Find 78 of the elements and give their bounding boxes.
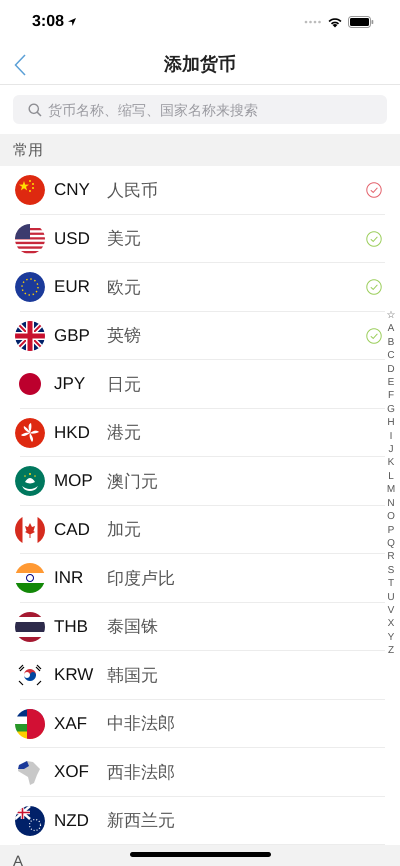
currency-row[interactable]: JPY 日元 — [0, 360, 386, 408]
currency-row[interactable]: CNY 人民币 — [0, 166, 386, 214]
index-letter[interactable]: Y — [388, 630, 394, 644]
currency-code: JPY — [54, 374, 86, 394]
currency-row[interactable]: USD 美元 — [0, 214, 386, 263]
wifi-icon — [327, 16, 343, 28]
back-button[interactable] — [14, 53, 28, 77]
currency-name: 中非法郎 — [107, 713, 176, 736]
index-letter[interactable]: I — [390, 430, 392, 444]
currency-code: HKD — [54, 422, 91, 443]
currency-row[interactable]: XAF 中非法郎 — [0, 700, 386, 748]
currency-row[interactable]: HKD 港元 — [0, 408, 386, 457]
currency-row[interactable]: INR 印度卢比 — [0, 554, 386, 602]
currency-code: CAD — [54, 520, 91, 540]
currency-row[interactable]: XOF 西非法郎 — [0, 748, 386, 796]
index-letter[interactable]: J — [388, 443, 394, 456]
currency-name: 日元 — [107, 374, 142, 396]
index-letter[interactable]: U — [387, 590, 395, 604]
currency-code: NZD — [54, 810, 90, 831]
search-field[interactable]: 货币名称、缩写、国家名称来搜索 — [13, 95, 387, 124]
currency-name: 加元 — [107, 519, 142, 542]
currency-code: XAF — [54, 714, 88, 734]
currency-code: MOP — [54, 471, 94, 492]
status-time: 3:08 — [32, 13, 64, 31]
currency-name: 泰国铢 — [107, 616, 159, 638]
currency-name: 英镑 — [107, 325, 142, 348]
currency-name: 港元 — [107, 422, 142, 444]
currency-name: 美元 — [107, 228, 142, 250]
currency-code: EUR — [54, 277, 91, 298]
currency-row[interactable]: NZD 新西兰元 — [0, 796, 386, 845]
index-letter[interactable]: A — [388, 322, 394, 336]
index-letter[interactable]: ☆ — [386, 309, 396, 322]
currency-name: 新西兰元 — [107, 810, 176, 832]
section-header: 常用 — [0, 134, 400, 166]
index-letter[interactable]: P — [388, 524, 394, 537]
currency-row[interactable]: KRW 韩国元 — [0, 651, 386, 700]
index-letter[interactable]: R — [387, 550, 395, 564]
currency-name: 澳门元 — [107, 470, 159, 493]
index-letter[interactable]: D — [387, 362, 395, 376]
currency-name: 韩国元 — [107, 664, 159, 687]
index-letter[interactable]: T — [388, 577, 394, 591]
currency-code: CNY — [54, 180, 91, 200]
currency-row[interactable]: MOP 澳门元 — [0, 457, 386, 506]
currency-code: XOF — [54, 762, 90, 782]
currency-code: GBP — [54, 326, 91, 346]
index-letter[interactable]: F — [388, 389, 394, 403]
index-letter[interactable]: N — [387, 496, 395, 510]
index-letter[interactable]: C — [387, 349, 395, 363]
currency-name: 印度卢比 — [107, 568, 176, 590]
index-letter[interactable]: K — [388, 456, 394, 470]
currency-name: 欧元 — [107, 276, 142, 299]
currency-code: THB — [54, 616, 89, 637]
index-letter[interactable]: S — [388, 564, 394, 578]
index-letter[interactable]: O — [387, 510, 395, 524]
index-letter[interactable]: B — [388, 336, 394, 350]
currency-code: USD — [54, 228, 91, 249]
index-letter[interactable]: X — [388, 617, 394, 631]
currency-row[interactable]: THB 泰国铢 — [0, 602, 386, 651]
page-title: 添加货币 — [164, 53, 236, 76]
index-letter[interactable]: V — [388, 604, 394, 618]
index-letter[interactable]: G — [387, 402, 395, 416]
currency-row[interactable]: EUR 欧元 — [0, 263, 386, 312]
currency-code: INR — [54, 568, 84, 588]
signal-icon — [304, 20, 322, 24]
index-letter[interactable]: L — [388, 470, 394, 484]
index-letter[interactable]: Q — [387, 536, 395, 550]
location-arrow-icon — [67, 17, 78, 27]
currency-code: KRW — [54, 665, 94, 686]
index-letter[interactable]: H — [387, 416, 395, 430]
index-letter[interactable]: E — [388, 376, 394, 390]
currency-name: 西非法郎 — [107, 762, 176, 784]
currency-name: 人民币 — [107, 180, 159, 202]
index-letter[interactable]: Z — [388, 644, 394, 658]
currency-row[interactable]: GBP 英镑 — [0, 312, 386, 360]
battery-icon — [348, 16, 374, 28]
section-header: A — [0, 845, 400, 866]
index-letter[interactable]: M — [386, 483, 396, 497]
currency-row[interactable]: CAD 加元 — [0, 506, 386, 554]
